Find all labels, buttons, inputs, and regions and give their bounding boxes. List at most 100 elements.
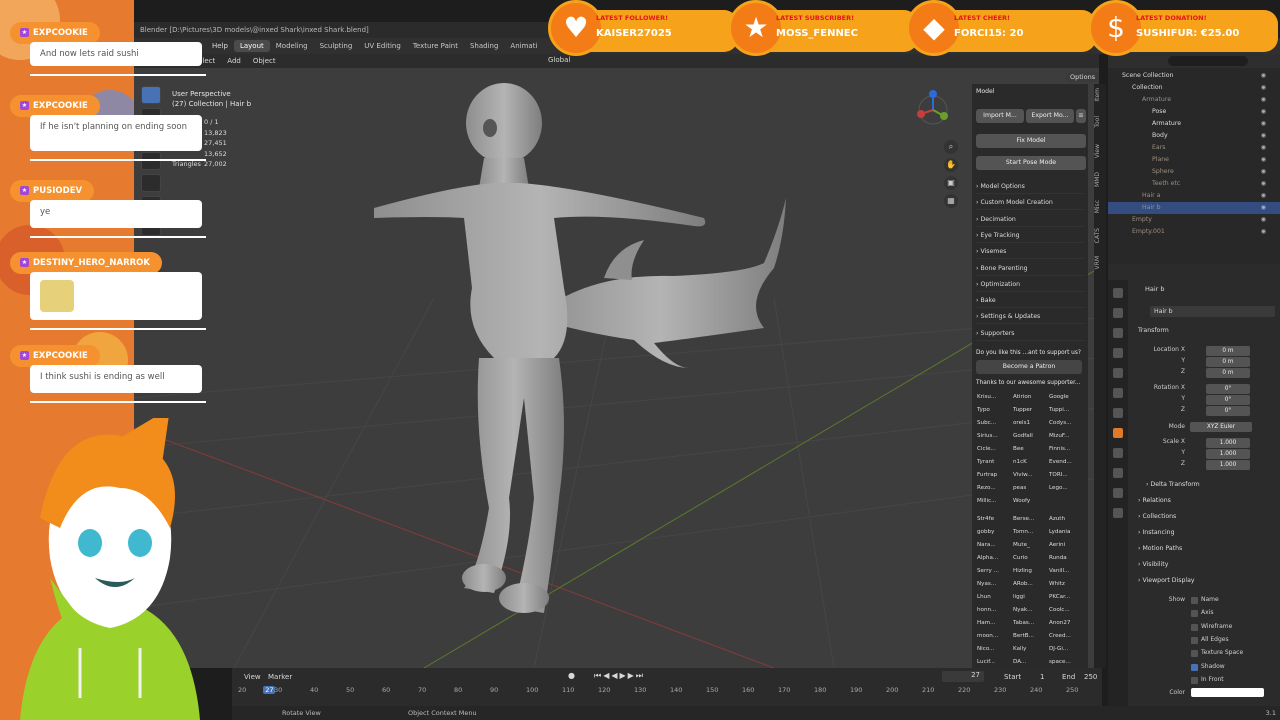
outliner-row[interactable]: Plane ◉ bbox=[1108, 154, 1280, 166]
tab-modeling[interactable]: Modeling bbox=[270, 40, 314, 52]
loc-field[interactable]: 0 m bbox=[1206, 368, 1250, 378]
cats-section-0[interactable]: › Model Options bbox=[976, 180, 1084, 194]
menu-item-help[interactable]: Help bbox=[206, 42, 234, 50]
property-tab-icon[interactable] bbox=[1113, 468, 1123, 478]
select-tool-icon[interactable] bbox=[141, 86, 161, 104]
rotation-mode-select[interactable]: XYZ Euler bbox=[1190, 422, 1252, 432]
visibility-eye-icon[interactable]: ◉ bbox=[1261, 130, 1266, 142]
visibility-eye-icon[interactable]: ◉ bbox=[1261, 94, 1266, 106]
visibility-eye-icon[interactable]: ◉ bbox=[1261, 202, 1266, 214]
pan-hand-icon[interactable]: ✋ bbox=[944, 158, 958, 172]
property-tab-icon[interactable] bbox=[1113, 428, 1123, 438]
checkbox-texture-space[interactable] bbox=[1191, 650, 1198, 658]
property-tab-icon[interactable] bbox=[1113, 348, 1123, 358]
outliner-row[interactable]: Hair b ◉ bbox=[1108, 202, 1280, 214]
sidebar-tab-misc[interactable]: Misc bbox=[1094, 200, 1106, 213]
playback-controls-icon[interactable]: ⏮◀◀▶▶⏭ bbox=[594, 671, 645, 681]
frame-ruler[interactable]: 20 27 30 40 50 60 70 80 90 100 110 120 130 140 150 160 1… bbox=[232, 686, 1102, 698]
property-section[interactable]: › Viewport Display bbox=[1138, 577, 1195, 584]
visibility-eye-icon[interactable]: ◉ bbox=[1261, 142, 1266, 154]
visibility-eye-icon[interactable]: ◉ bbox=[1261, 190, 1266, 202]
outliner-row[interactable]: Teeth etc ◉ bbox=[1108, 178, 1280, 190]
cats-section-7[interactable]: › Bake bbox=[976, 294, 1084, 309]
property-section[interactable]: › Visibility bbox=[1138, 561, 1168, 568]
visibility-eye-icon[interactable]: ◉ bbox=[1261, 178, 1266, 190]
checkbox-in-front[interactable] bbox=[1191, 676, 1198, 684]
loc-field[interactable]: 0 m bbox=[1206, 346, 1250, 356]
rotate-tool-icon[interactable] bbox=[141, 152, 161, 170]
menu-icon[interactable]: ≡ bbox=[1076, 109, 1086, 123]
property-tab-icon[interactable] bbox=[1113, 328, 1123, 338]
scale-tool-icon[interactable] bbox=[141, 174, 161, 192]
fix-model-button[interactable]: Fix Model bbox=[976, 134, 1086, 148]
outliner-row[interactable]: Empty.001 ◉ bbox=[1108, 226, 1280, 238]
property-tab-icon[interactable] bbox=[1113, 408, 1123, 418]
rot-field[interactable]: 0° bbox=[1206, 395, 1250, 405]
viewport-menu-add[interactable]: Add bbox=[221, 57, 247, 65]
outliner-row[interactable]: Collection ◉ bbox=[1108, 82, 1280, 94]
sidebar-tab-item[interactable]: Item bbox=[1094, 88, 1106, 102]
tab-shading[interactable]: Shading bbox=[464, 40, 504, 52]
cats-model-header[interactable]: Model bbox=[976, 88, 995, 95]
cats-section-1[interactable]: › Custom Model Creation bbox=[976, 196, 1084, 211]
visibility-eye-icon[interactable]: ◉ bbox=[1261, 154, 1266, 166]
sidebar-tab-cats[interactable]: CATS bbox=[1094, 228, 1106, 243]
outliner-search-input[interactable] bbox=[1168, 56, 1248, 66]
navigation-gizmo[interactable] bbox=[912, 88, 954, 136]
tab-layout[interactable]: Layout bbox=[233, 40, 270, 52]
tab-sculpting[interactable]: Sculpting bbox=[314, 40, 359, 52]
ortho-grid-icon[interactable]: ▦ bbox=[944, 194, 958, 208]
loc-field[interactable]: 0 m bbox=[1206, 357, 1250, 367]
sidebar-tab-view[interactable]: View bbox=[1094, 144, 1106, 158]
start-frame-field[interactable]: 1 bbox=[1040, 673, 1044, 681]
outliner-row[interactable]: Armature ◉ bbox=[1108, 94, 1280, 106]
visibility-eye-icon[interactable]: ◉ bbox=[1261, 166, 1266, 178]
keyframe-icon[interactable]: ● bbox=[568, 671, 575, 680]
property-section[interactable]: › Relations bbox=[1138, 497, 1171, 504]
visibility-eye-icon[interactable]: ◉ bbox=[1261, 106, 1266, 118]
sidebar-tab-vrm[interactable]: VRM bbox=[1094, 256, 1106, 269]
property-tab-icon[interactable] bbox=[1113, 368, 1123, 378]
rot-field[interactable]: 0° bbox=[1206, 406, 1250, 416]
property-section[interactable]: › Delta Transform bbox=[1146, 481, 1200, 488]
tab-texture-paint[interactable]: Texture Paint bbox=[407, 40, 464, 52]
tab-animati[interactable]: Animati bbox=[504, 40, 543, 52]
checkbox-all-edges[interactable] bbox=[1191, 636, 1198, 644]
visibility-eye-icon[interactable]: ◉ bbox=[1261, 214, 1266, 226]
export-model-button[interactable]: Export Mo... bbox=[1026, 109, 1074, 123]
property-tab-icon[interactable] bbox=[1113, 308, 1123, 318]
checkbox-shadow[interactable] bbox=[1191, 663, 1198, 671]
transform-orientation[interactable]: Global bbox=[548, 56, 570, 64]
camera-view-icon[interactable]: ▣ bbox=[944, 176, 958, 190]
viewport-menu-object[interactable]: Object bbox=[247, 57, 282, 65]
rot-field[interactable]: 0° bbox=[1206, 384, 1250, 394]
visibility-eye-icon[interactable]: ◉ bbox=[1261, 226, 1266, 238]
transform-section[interactable]: Transform bbox=[1138, 327, 1169, 334]
import-model-button[interactable]: Import M... bbox=[976, 109, 1024, 123]
property-section[interactable]: › Instancing bbox=[1138, 529, 1175, 536]
property-tab-icon[interactable] bbox=[1113, 448, 1123, 458]
start-pose-mode-button[interactable]: Start Pose Mode bbox=[976, 156, 1086, 170]
timeline-marker-menu[interactable]: Marker bbox=[268, 673, 292, 681]
cats-section-3[interactable]: › Eye Tracking bbox=[976, 229, 1084, 243]
become-patron-button[interactable]: Become a Patron bbox=[976, 360, 1082, 374]
timeline-view-menu[interactable]: View bbox=[244, 673, 261, 681]
outliner-row[interactable]: Pose ◉ bbox=[1108, 106, 1280, 118]
zoom-icon[interactable]: ⌕ bbox=[944, 140, 958, 154]
outliner-row[interactable]: Armature ◉ bbox=[1108, 118, 1280, 130]
checkbox-wireframe[interactable] bbox=[1191, 623, 1198, 631]
cats-section-2[interactable]: › Decimation bbox=[976, 213, 1084, 227]
outliner-row[interactable]: Empty ◉ bbox=[1108, 214, 1280, 226]
cats-section-8[interactable]: › Settings & Updates bbox=[976, 310, 1084, 325]
outliner-row[interactable]: Body ◉ bbox=[1108, 130, 1280, 142]
visibility-eye-icon[interactable]: ◉ bbox=[1261, 70, 1266, 82]
end-frame-field[interactable]: 250 bbox=[1084, 673, 1097, 681]
checkbox-name[interactable] bbox=[1191, 597, 1198, 604]
options-button[interactable]: Options bbox=[1066, 72, 1100, 82]
sidebar-tab-mmd[interactable]: MMD bbox=[1094, 172, 1106, 187]
property-tab-icon[interactable] bbox=[1113, 288, 1123, 298]
object-name-field[interactable]: Hair b bbox=[1150, 306, 1275, 317]
outliner-row[interactable]: Hair a ◉ bbox=[1108, 190, 1280, 202]
cats-section-9[interactable]: › Supporters bbox=[976, 327, 1084, 341]
scale-field[interactable]: 1.000 bbox=[1206, 449, 1250, 459]
